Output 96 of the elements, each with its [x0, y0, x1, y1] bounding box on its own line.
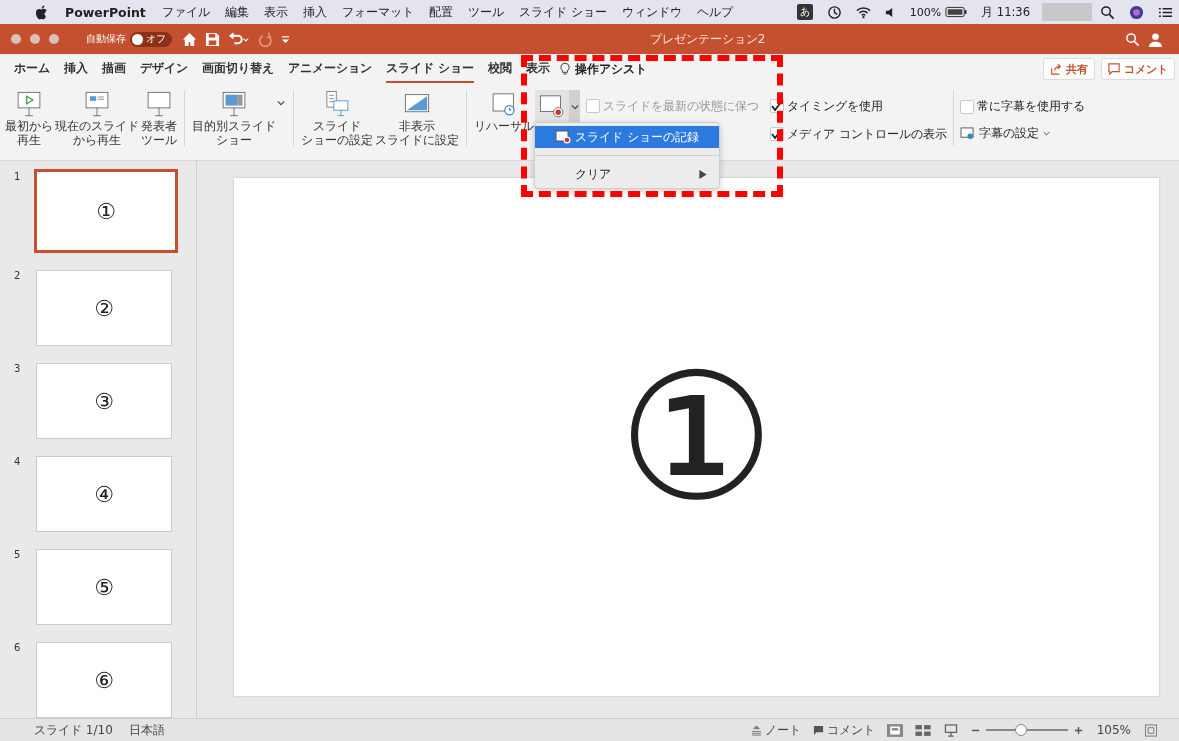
ribbon-button[interactable]: 目的別スライド ショー	[191, 90, 277, 147]
notes-button[interactable]: ノート	[750, 721, 801, 739]
assist-search[interactable]: 操作アシスト	[575, 60, 648, 78]
grid-view-icon[interactable]	[914, 723, 931, 737]
ribbon-button[interactable]: 発表者 ツール	[140, 90, 178, 147]
ribbon-tab[interactable]: スライド ショー	[386, 55, 475, 83]
slide-thumbnail[interactable]: ①	[34, 169, 178, 253]
timer-screen-icon	[490, 90, 518, 118]
siri-icon[interactable]	[1129, 4, 1144, 20]
slide-number: 6	[14, 642, 22, 655]
ribbon-tab[interactable]: 校閲	[488, 55, 513, 83]
slide-thumbnail[interactable]: ⑥	[36, 642, 172, 718]
caret-icon	[1042, 131, 1050, 136]
ribbon-tab[interactable]: 表示	[526, 55, 551, 83]
ribbon-button[interactable]	[535, 90, 569, 123]
slide-thumbnail[interactable]: ⑤	[36, 549, 172, 625]
caption-screen-icon	[959, 127, 975, 140]
autosave-toggle[interactable]: オフ	[130, 31, 172, 47]
slide-content: ①	[618, 349, 775, 525]
screen-icon	[83, 90, 111, 118]
slide-thumbnail[interactable]: ②	[36, 270, 172, 346]
save-icon[interactable]	[205, 31, 220, 47]
ribbon-button[interactable]: 非表示 スライドに設定	[374, 90, 460, 147]
zoom-percent: 105%	[1096, 723, 1131, 737]
clock-icon[interactable]	[826, 4, 842, 20]
undo-icon[interactable]	[228, 31, 250, 47]
ribbon-tab[interactable]: ホーム	[14, 55, 50, 83]
menu-item[interactable]: 編集	[224, 4, 249, 20]
slide-thumbnail[interactable]: ④	[36, 456, 172, 532]
person-icon[interactable]	[1148, 31, 1163, 47]
battery-icon[interactable]	[945, 6, 968, 18]
comment-icon	[1108, 63, 1120, 75]
slider-handle[interactable]	[1015, 724, 1028, 736]
ribbon-tab[interactable]: デザイン	[140, 55, 188, 83]
captions-checkbox[interactable]: 常に字幕を使用する	[959, 98, 1085, 115]
presenter-view-icon[interactable]	[942, 723, 959, 737]
share-icon	[1050, 63, 1062, 75]
ribbon-tab[interactable]: アニメーション	[288, 55, 372, 83]
search-icon[interactable]	[1100, 4, 1115, 20]
hidden-user-area	[1042, 3, 1092, 21]
menu-item[interactable]: フォーマット	[341, 4, 414, 20]
zoom-in-button[interactable]	[1073, 725, 1083, 735]
menu-item[interactable]: 配置	[428, 4, 453, 20]
share-button[interactable]: 共有	[1043, 58, 1095, 80]
menu-item[interactable]: ヘルプ	[696, 4, 733, 20]
home-icon[interactable]	[182, 31, 197, 47]
ribbon-tab[interactable]: 画面切り替え	[202, 55, 274, 83]
battery-percent: 100%	[909, 5, 942, 19]
play-screen-icon	[15, 90, 43, 118]
ribbon-button[interactable]: 現在のスライド から再生	[54, 90, 140, 147]
record-icon	[555, 130, 571, 144]
menu-item[interactable]: 挿入	[302, 4, 327, 20]
caret-icon	[570, 104, 579, 110]
normal-view-icon[interactable]	[886, 723, 903, 737]
menu-item[interactable]: ツール	[467, 4, 504, 20]
menu-item[interactable]: ウィンドウ	[621, 4, 682, 20]
ribbon-button[interactable]: リハーサル	[473, 90, 535, 133]
screen-icon	[145, 90, 173, 118]
slide-number: 3	[14, 363, 22, 376]
input-method-icon[interactable]: あ	[796, 4, 813, 20]
slide-counter: スライド 1/10	[34, 721, 113, 739]
comment-button[interactable]: コメント	[1101, 58, 1175, 80]
ribbon-button[interactable]: スライド ショーの設定	[300, 90, 374, 147]
comment-icon	[812, 724, 824, 736]
menu-item[interactable]: スライド ショー	[518, 4, 607, 20]
lightbulb-icon[interactable]	[560, 62, 571, 76]
menu-item[interactable]: ファイル	[161, 4, 210, 20]
comments-button[interactable]: コメント	[812, 721, 875, 739]
app-menu[interactable]: PowerPoint	[65, 4, 146, 20]
option-checkbox[interactable]: メディア コントロールの表示	[770, 125, 947, 143]
slide-number: 2	[14, 270, 22, 283]
wifi-icon[interactable]	[855, 4, 871, 20]
autosave-label: 自動保存	[86, 32, 126, 46]
option-checkbox[interactable]: タイミングを使用	[770, 97, 947, 115]
ribbon-tab[interactable]: 挿入	[64, 55, 88, 83]
ribbon-tab[interactable]: 描画	[102, 55, 126, 83]
slide-number: 5	[14, 549, 22, 562]
menu-item[interactable]: スライド ショーの記録	[535, 126, 719, 148]
notes-icon	[750, 724, 762, 736]
apple-icon[interactable]	[36, 4, 49, 20]
caret-icon[interactable]	[277, 100, 285, 106]
fit-window-icon[interactable]	[1143, 723, 1159, 737]
submenu-arrow-icon	[699, 169, 707, 179]
slide-number: 1	[14, 171, 22, 184]
clock-text: 月 11:36	[981, 4, 1030, 20]
menu-item[interactable]: 表示	[263, 4, 288, 20]
dropdown-arrow-button[interactable]	[569, 90, 580, 124]
slide-number: 4	[14, 456, 22, 469]
caption-settings-button[interactable]: 字幕の設定	[959, 125, 1085, 142]
ribbon-button[interactable]: 最初から 再生	[4, 90, 54, 147]
language-label: 日本語	[128, 721, 165, 739]
screen-icon	[220, 90, 248, 118]
window-title: プレゼンテーション2	[648, 30, 767, 48]
settings-screen-icon	[323, 90, 351, 118]
slide-thumbnail[interactable]: ③	[36, 363, 172, 439]
record-icon	[538, 92, 566, 120]
